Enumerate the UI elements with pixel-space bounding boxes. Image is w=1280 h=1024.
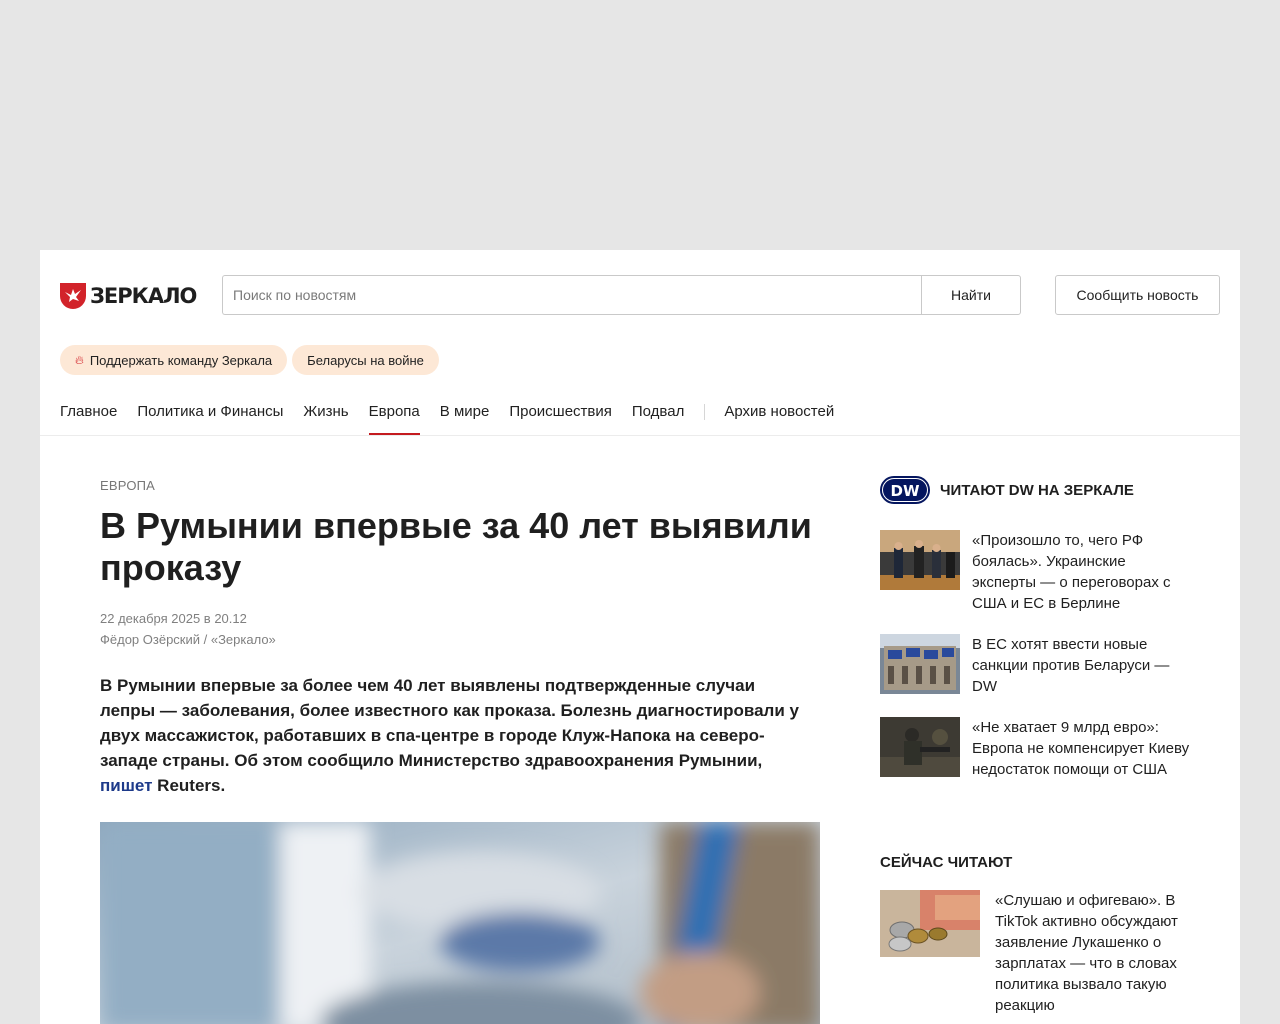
source-link[interactable]: пишет xyxy=(100,776,152,795)
now-reading-article-title: «Слушаю и офигеваю». В TikTok активно об… xyxy=(995,892,1178,1014)
belarusians-at-war-pill[interactable]: Беларусы на войне xyxy=(292,345,439,375)
now-reading-thumb xyxy=(880,890,980,957)
report-news-button[interactable]: Сообщить новость xyxy=(1055,275,1220,315)
dw-article-title: В ЕС хотят ввести новые санкции против Б… xyxy=(972,636,1170,695)
dw-article-thumb xyxy=(880,717,960,777)
now-reading-item[interactable]: «Слушаю и офигеваю». В TikTok активно об… xyxy=(880,890,1190,1016)
nav-divider xyxy=(704,404,706,420)
nav-item-incidents[interactable]: Происшествия xyxy=(509,392,612,436)
search-input[interactable] xyxy=(222,275,922,315)
dw-article-title: «Произошло то, чего РФ боялась». Украинс… xyxy=(972,532,1171,612)
lead-tail: Reuters. xyxy=(152,776,226,795)
support-team-pill[interactable]: 🔥︎ Поддержать команду Зеркала xyxy=(60,345,288,375)
dw-article-title: «Не хватает 9 млрд евро»: Европа не комп… xyxy=(972,719,1190,778)
article-rubric[interactable]: Европа xyxy=(100,478,155,493)
dw-section-title: Читают DW на Зеркале xyxy=(940,481,1134,499)
article-date: 22 декабря 2025 в 20.12 xyxy=(100,611,247,626)
dw-section-header: DW Читают DW на Зеркале xyxy=(880,476,1134,504)
main-nav: Главное Политика и Финансы Жизнь Европа … xyxy=(60,392,854,436)
page-container: ЗЕРКАЛО Найти Сообщить новость 🔥︎ Поддер… xyxy=(40,250,1240,1024)
nav-item-europe[interactable]: Европа xyxy=(368,392,420,436)
nav-item-podval[interactable]: Подвал xyxy=(632,392,684,436)
nav-item-life[interactable]: Жизнь xyxy=(303,392,348,436)
dw-article-item[interactable]: «Не хватает 9 млрд евро»: Европа не комп… xyxy=(880,717,1190,780)
belarusians-at-war-label: Беларусы на войне xyxy=(307,352,424,368)
dw-article-item[interactable]: В ЕС хотят ввести новые санкции против Б… xyxy=(880,634,1190,697)
lead-text: В Румынии впервые за более чем 40 лет вы… xyxy=(100,676,799,770)
article-hero-image xyxy=(100,822,820,1024)
dove-icon xyxy=(60,283,86,309)
dw-article-thumb xyxy=(880,530,960,590)
dw-article-item[interactable]: «Произошло то, чего РФ боялась». Украинс… xyxy=(880,530,1190,614)
nav-item-politics-finance[interactable]: Политика и Финансы xyxy=(137,392,283,436)
site-logo[interactable]: ЗЕРКАЛО xyxy=(60,283,197,309)
nav-underline xyxy=(40,435,1240,436)
logo-text: ЗЕРКАЛО xyxy=(90,284,197,308)
dw-logo-icon[interactable]: DW xyxy=(880,476,930,504)
promo-pills: 🔥︎ Поддержать команду Зеркала Беларусы н… xyxy=(60,345,439,375)
now-reading-title: Сейчас читают xyxy=(880,854,1013,871)
flame-icon: 🔥︎ xyxy=(75,352,84,367)
support-team-label: Поддержать команду Зеркала xyxy=(89,352,273,368)
nav-item-world[interactable]: В мире xyxy=(440,392,490,436)
svg-text:DW: DW xyxy=(891,482,920,500)
article-author: Фёдор Озёрский / «Зеркало» xyxy=(100,632,276,647)
search-button[interactable]: Найти xyxy=(921,275,1021,315)
nav-item-main[interactable]: Главное xyxy=(60,392,117,436)
nav-item-archive[interactable]: Архив новостей xyxy=(724,392,834,436)
article-lead: В Румынии впервые за более чем 40 лет вы… xyxy=(100,673,800,798)
article-title: В Румынии впервые за 40 лет выявили прок… xyxy=(100,505,812,588)
dw-article-thumb xyxy=(880,634,960,694)
